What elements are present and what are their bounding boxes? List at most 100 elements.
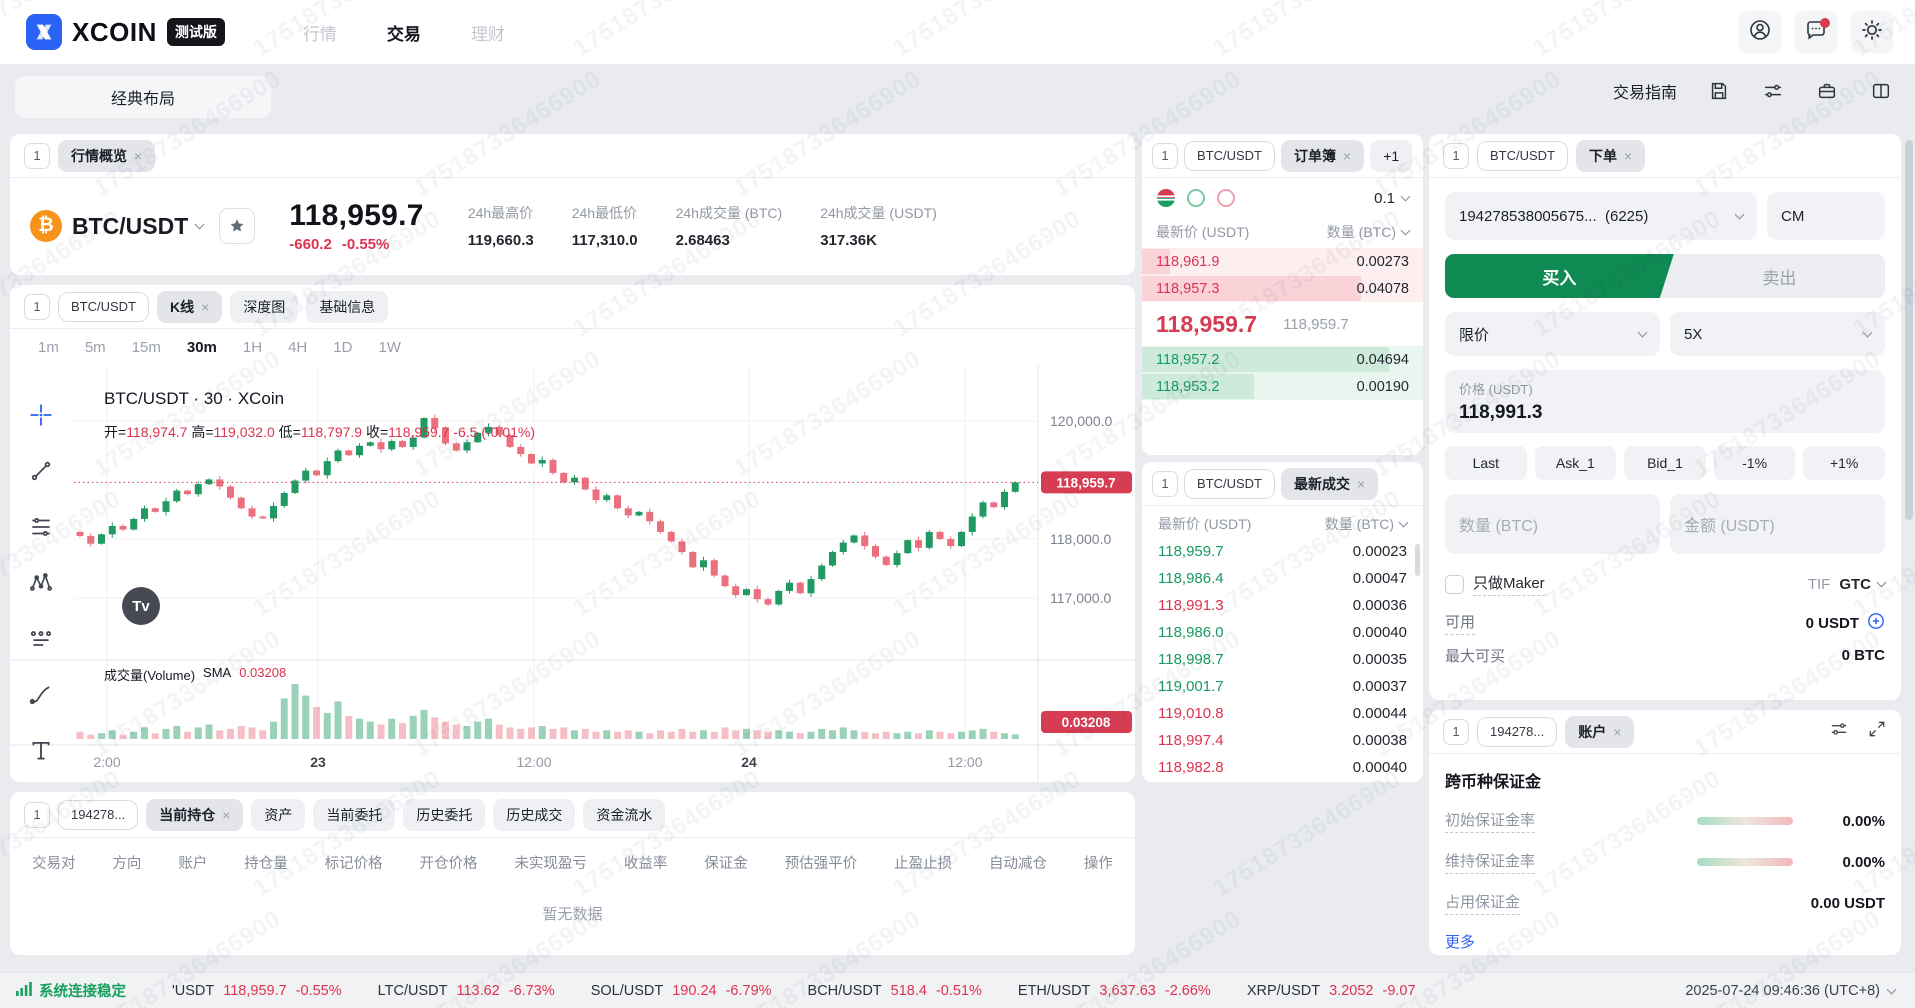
ticker-item[interactable]: ETH/USDT3,637.63-2.66% xyxy=(1018,983,1211,999)
tab-+1[interactable]: +1 xyxy=(1370,140,1412,172)
server-time[interactable]: 2025-07-24 09:46:36 (UTC+8) xyxy=(1685,983,1895,999)
close-tab-icon[interactable]: × xyxy=(134,148,142,164)
page-scrollbar[interactable] xyxy=(1905,140,1913,520)
interval-1m[interactable]: 1m xyxy=(38,339,59,356)
ticker-item[interactable]: SOL/USDT190.24-6.79% xyxy=(591,983,772,999)
pair-badge[interactable]: BTC/USDT xyxy=(58,292,149,322)
interval-30m[interactable]: 30m xyxy=(187,339,217,356)
pair-title[interactable]: BTC/USDT xyxy=(72,213,188,240)
orderbook-bid-row[interactable]: 118,953.20.00190 xyxy=(1142,373,1423,400)
close-tab-icon[interactable]: × xyxy=(222,807,230,823)
nav-item-交易[interactable]: 交易 xyxy=(387,20,421,45)
interval-1W[interactable]: 1W xyxy=(378,339,401,356)
close-tab-icon[interactable]: × xyxy=(201,299,209,315)
nav-item-行情[interactable]: 行情 xyxy=(303,20,337,45)
tab-当前持仓[interactable]: 当前持仓× xyxy=(146,799,243,831)
trades-scrollbar[interactable] xyxy=(1415,544,1420,576)
order-type-select[interactable]: 限价 xyxy=(1445,312,1660,356)
account-select[interactable]: 194278538005675... (6225) xyxy=(1445,192,1757,240)
deposit-icon[interactable] xyxy=(1867,612,1885,634)
messages-button[interactable] xyxy=(1795,11,1837,53)
pair-badge[interactable]: BTC/USDT xyxy=(1184,469,1275,499)
interval-1D[interactable]: 1D xyxy=(333,339,352,356)
brush-tool-icon[interactable] xyxy=(27,681,55,709)
tab-行情概览[interactable]: 行情概览× xyxy=(58,140,155,172)
close-tab-icon[interactable]: × xyxy=(1624,148,1632,164)
tab-历史委托[interactable]: 历史委托 xyxy=(403,799,485,831)
quick-price-Ask_1[interactable]: Ask_1 xyxy=(1535,446,1617,480)
portfolio-icon[interactable] xyxy=(1815,79,1839,103)
ticker-item[interactable]: BCH/USDT518.4-0.51% xyxy=(808,983,982,999)
user-button[interactable] xyxy=(1739,11,1781,53)
tab-资金流水[interactable]: 资金流水 xyxy=(583,799,665,831)
tab-K线[interactable]: K线× xyxy=(157,291,222,323)
logo[interactable]: XCOIN 测试版 xyxy=(26,14,225,50)
tab-订单簿[interactable]: 订单簿× xyxy=(1281,140,1364,172)
tab-基础信息[interactable]: 基础信息 xyxy=(306,291,388,323)
tab-深度图[interactable]: 深度图 xyxy=(230,291,298,323)
interval-5m[interactable]: 5m xyxy=(85,339,106,356)
orderbook-ask-row[interactable]: 118,961.90.00273 xyxy=(1142,248,1423,275)
interval-15m[interactable]: 15m xyxy=(132,339,161,356)
orderbook-view-both-icon[interactable] xyxy=(1156,188,1176,208)
nav-item-理财[interactable]: 理财 xyxy=(471,20,505,45)
orderbook-mid[interactable]: 118,959.7 118,959.7 xyxy=(1142,302,1423,346)
tab-账户[interactable]: 账户× xyxy=(1565,716,1634,748)
pair-badge[interactable]: BTC/USDT xyxy=(1477,141,1568,171)
buy-tab[interactable]: 买入 xyxy=(1445,254,1674,298)
tab-当前委托[interactable]: 当前委托 xyxy=(313,799,395,831)
pair-badge[interactable]: 194278... xyxy=(58,800,138,830)
close-tab-icon[interactable]: × xyxy=(1613,724,1621,740)
trade-guide-link[interactable]: 交易指南 xyxy=(1613,79,1677,103)
tab-下单[interactable]: 下单× xyxy=(1576,140,1645,172)
close-tab-icon[interactable]: × xyxy=(1343,148,1351,164)
save-layout-icon[interactable] xyxy=(1707,79,1731,103)
qty-sort-chevron-icon[interactable] xyxy=(1401,226,1411,236)
ticker-item[interactable]: 'USDT118,959.7-0.55% xyxy=(172,983,342,999)
trades-sort-chevron-icon[interactable] xyxy=(1399,518,1409,528)
tab-历史成交[interactable]: 历史成交 xyxy=(493,799,575,831)
theme-button[interactable] xyxy=(1851,11,1893,53)
pair-chevron-icon[interactable] xyxy=(195,220,205,230)
ticker-item[interactable]: LTC/USDT113.62-6.73% xyxy=(378,983,555,999)
amount-input[interactable]: 金额 (USDT) xyxy=(1670,494,1885,554)
expand-panel-icon[interactable] xyxy=(1867,719,1887,744)
quick-price-Bid_1[interactable]: Bid_1 xyxy=(1624,446,1706,480)
ticker-item[interactable]: XRP/USDT3.2052-9.07 xyxy=(1247,983,1416,999)
chart-area[interactable]: BTC/USDT · 30 · XCoin 开=118,974.7 高=119,… xyxy=(10,365,1135,782)
maker-only-checkbox[interactable] xyxy=(1445,575,1464,594)
sell-tab[interactable]: 卖出 xyxy=(1674,254,1885,298)
quick-price--1%[interactable]: -1% xyxy=(1714,446,1796,480)
xabcd-pattern-tool-icon[interactable] xyxy=(27,569,55,597)
more-link[interactable]: 更多 xyxy=(1445,931,1475,952)
interval-4H[interactable]: 4H xyxy=(288,339,307,356)
layout-tab-classic[interactable]: 经典布局 xyxy=(15,76,271,118)
tab-最新成交[interactable]: 最新成交× xyxy=(1281,468,1378,500)
precision-select[interactable]: 0.1 xyxy=(1374,190,1409,207)
tab-资产[interactable]: 资产 xyxy=(251,799,305,831)
quick-price-+1%[interactable]: +1% xyxy=(1803,446,1885,480)
quantity-input[interactable]: 数量 (BTC) xyxy=(1445,494,1660,554)
account-settings-icon[interactable] xyxy=(1829,719,1849,744)
trendline-tool-icon[interactable] xyxy=(27,457,55,485)
tradingview-logo[interactable]: Tv xyxy=(122,587,160,625)
projection-tool-icon[interactable] xyxy=(27,625,55,653)
tif-select[interactable]: GTC xyxy=(1839,576,1885,593)
orderbook-ask-row[interactable]: 118,957.30.04078 xyxy=(1142,275,1423,302)
text-tool-icon[interactable] xyxy=(27,737,55,765)
layout-settings-icon[interactable] xyxy=(1761,79,1785,103)
favorite-button[interactable] xyxy=(219,208,255,244)
pair-badge[interactable]: BTC/USDT xyxy=(1184,141,1275,171)
fib-retracement-tool-icon[interactable] xyxy=(27,513,55,541)
quick-price-Last[interactable]: Last xyxy=(1445,446,1527,480)
crosshair-tool-icon[interactable] xyxy=(27,401,55,429)
pair-badge[interactable]: 194278... xyxy=(1477,717,1557,747)
price-input[interactable]: 价格 (USDT) 118,991.3 xyxy=(1445,370,1885,433)
margin-mode-select[interactable]: CM xyxy=(1767,192,1885,240)
close-tab-icon[interactable]: × xyxy=(1357,476,1365,492)
orderbook-view-bids-icon[interactable] xyxy=(1186,188,1206,208)
orderbook-bid-row[interactable]: 118,957.20.04694 xyxy=(1142,346,1423,373)
interval-1H[interactable]: 1H xyxy=(243,339,262,356)
leverage-select[interactable]: 5X xyxy=(1670,312,1885,356)
orderbook-view-asks-icon[interactable] xyxy=(1216,188,1236,208)
